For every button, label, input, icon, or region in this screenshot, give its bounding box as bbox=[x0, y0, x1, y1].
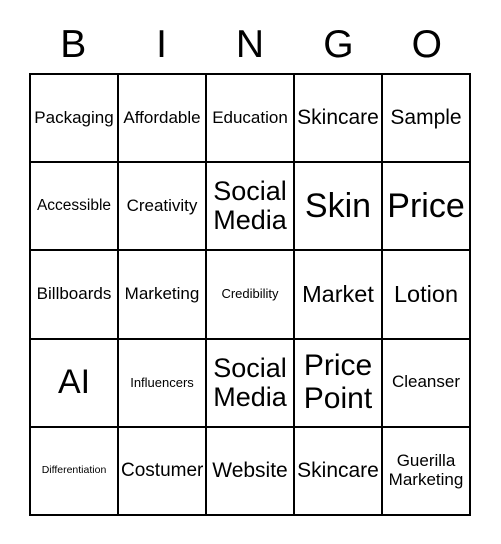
bingo-cell-label: Accessible bbox=[36, 196, 112, 214]
bingo-cell[interactable]: Cleanser bbox=[383, 339, 471, 428]
bingo-cell[interactable]: Packaging bbox=[31, 75, 119, 164]
bingo-cell-label: Sample bbox=[390, 105, 462, 129]
bingo-cell[interactable]: Guerilla Marketing bbox=[383, 427, 471, 516]
bingo-cell[interactable]: Skincare bbox=[295, 427, 383, 516]
bingo-cell[interactable]: Credibility bbox=[207, 251, 295, 340]
bingo-cell[interactable]: Price Point bbox=[295, 339, 383, 428]
bingo-cell-label: Website bbox=[212, 458, 288, 482]
bingo-cell-label: AI bbox=[57, 363, 91, 402]
bingo-cell-label: Cleanser bbox=[391, 372, 461, 392]
bingo-cell[interactable]: Skincare bbox=[295, 75, 383, 164]
bingo-cell-label: Market bbox=[302, 280, 374, 307]
bingo-header-row: B I N G O bbox=[29, 16, 471, 73]
bingo-cell-label: Price Point bbox=[303, 349, 373, 415]
bingo-cell[interactable]: Sample bbox=[383, 75, 471, 164]
bingo-cell[interactable]: Billboards bbox=[31, 251, 119, 340]
bingo-cell[interactable]: Costumer bbox=[119, 427, 207, 516]
bingo-cell-label: Credibility bbox=[221, 286, 279, 302]
bingo-cell-label: Skincare bbox=[297, 105, 379, 129]
bingo-cell-label: Skincare bbox=[297, 458, 379, 482]
bingo-cell[interactable]: Social Media bbox=[207, 163, 295, 252]
bingo-cell[interactable]: AI bbox=[31, 339, 119, 428]
bingo-cell-label: Differentiation bbox=[41, 464, 107, 477]
bingo-cell[interactable]: Lotion bbox=[383, 251, 471, 340]
bingo-cell[interactable]: Market bbox=[295, 251, 383, 340]
bingo-cell[interactable]: Differentiation bbox=[31, 427, 119, 516]
bingo-grid: Packaging Affordable Education Skincare Samp… bbox=[29, 73, 471, 516]
bingo-header-letter-n: N bbox=[235, 23, 265, 66]
bingo-cell-label: Affordable bbox=[123, 107, 201, 127]
bingo-cell-label: Packaging bbox=[34, 107, 114, 127]
bingo-cell[interactable]: Influencers bbox=[119, 339, 207, 428]
bingo-cell-label: Guerilla Marketing bbox=[388, 451, 464, 489]
bingo-cell-label: Skin bbox=[304, 186, 372, 225]
bingo-cell-label: Education bbox=[212, 107, 288, 127]
bingo-cell-label: Billboards bbox=[36, 284, 112, 304]
bingo-cell-label: Lotion bbox=[393, 280, 459, 307]
bingo-cell[interactable]: Marketing bbox=[119, 251, 207, 340]
bingo-cell[interactable]: Accessible bbox=[31, 163, 119, 252]
bingo-cell[interactable]: Social Media bbox=[207, 339, 295, 428]
bingo-cell[interactable]: Affordable bbox=[119, 75, 207, 164]
bingo-cell[interactable]: Education bbox=[207, 75, 295, 164]
bingo-cell-label: Social Media bbox=[213, 176, 287, 236]
bingo-header-letter-g: G bbox=[323, 23, 354, 66]
bingo-cell-label: Influencers bbox=[130, 374, 194, 390]
bingo-cell-label: Price bbox=[387, 186, 465, 225]
bingo-header-letter-o: O bbox=[411, 23, 442, 66]
bingo-cell[interactable]: Creativity bbox=[119, 163, 207, 252]
bingo-header-letter-b: B bbox=[60, 23, 87, 66]
bingo-header-letter-i: I bbox=[156, 23, 168, 66]
bingo-cell-label: Creativity bbox=[126, 196, 198, 216]
bingo-cell-label: Costumer bbox=[121, 459, 204, 481]
bingo-cell-label: Marketing bbox=[124, 284, 200, 304]
bingo-cell-label: Social Media bbox=[213, 352, 287, 412]
bingo-cell[interactable]: Skin bbox=[295, 163, 383, 252]
bingo-cell[interactable]: Price bbox=[383, 163, 471, 252]
bingo-cell[interactable]: Website bbox=[207, 427, 295, 516]
bingo-card: B I N G O Packaging Affordable Education Sk… bbox=[29, 16, 471, 516]
